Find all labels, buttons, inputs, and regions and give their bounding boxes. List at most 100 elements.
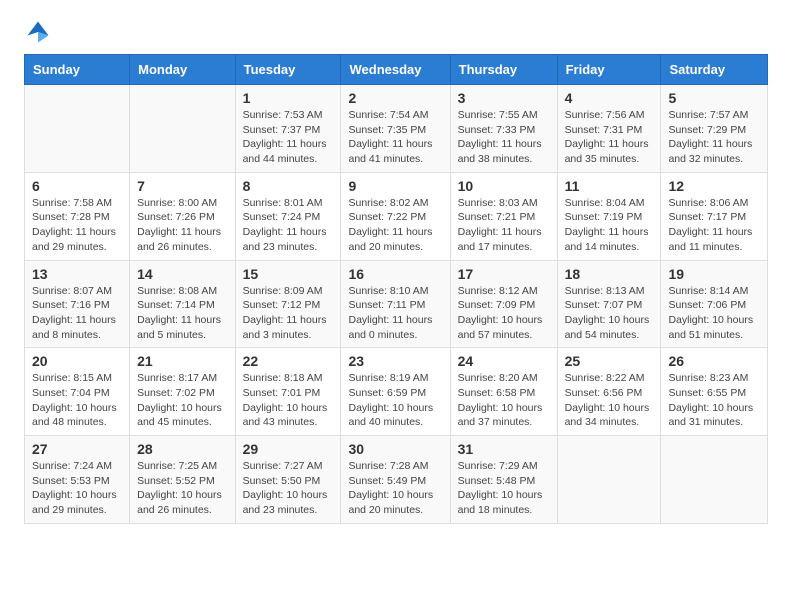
col-header-friday: Friday: [557, 55, 661, 85]
day-info: Sunrise: 7:29 AM Sunset: 5:48 PM Dayligh…: [458, 459, 550, 518]
day-number: 6: [32, 178, 122, 194]
calendar-cell: 22 Sunrise: 8:18 AM Sunset: 7:01 PM Dayli…: [235, 348, 341, 436]
day-info: Sunrise: 7:53 AM Sunset: 7:37 PM Dayligh…: [243, 108, 334, 167]
col-header-saturday: Saturday: [661, 55, 768, 85]
day-number: 22: [243, 353, 334, 369]
day-number: 26: [668, 353, 760, 369]
day-number: 29: [243, 441, 334, 457]
calendar-cell: 17 Sunrise: 8:12 AM Sunset: 7:09 PM Dayli…: [450, 260, 557, 348]
col-header-monday: Monday: [130, 55, 235, 85]
day-number: 18: [565, 266, 654, 282]
day-number: 27: [32, 441, 122, 457]
day-number: 14: [137, 266, 227, 282]
day-info: Sunrise: 8:14 AM Sunset: 7:06 PM Dayligh…: [668, 284, 760, 343]
calendar-wrapper: SundayMondayTuesdayWednesdayThursdayFrid…: [0, 54, 792, 540]
week-row-1: 6 Sunrise: 7:58 AM Sunset: 7:28 PM Daylig…: [25, 172, 768, 260]
logo: [24, 18, 56, 46]
calendar-cell: 28Sunrise: 7:25 AM Sunset: 5:52 PM Dayli…: [130, 436, 235, 524]
calendar-table: SundayMondayTuesdayWednesdayThursdayFrid…: [24, 54, 768, 524]
day-number: 30: [348, 441, 442, 457]
col-header-sunday: Sunday: [25, 55, 130, 85]
day-info: Sunrise: 8:01 AM Sunset: 7:24 PM Dayligh…: [243, 196, 334, 255]
col-header-wednesday: Wednesday: [341, 55, 450, 85]
calendar-cell: 18Sunrise: 8:13 AM Sunset: 7:07 PM Dayli…: [557, 260, 661, 348]
day-number: 15: [243, 266, 334, 282]
calendar-cell: 10 Sunrise: 8:03 AM Sunset: 7:21 PM Dayli…: [450, 172, 557, 260]
day-info: Sunrise: 8:23 AM Sunset: 6:55 PM Dayligh…: [668, 371, 760, 430]
day-number: 8: [243, 178, 334, 194]
day-number: 17: [458, 266, 550, 282]
calendar-cell: 20 Sunrise: 8:15 AM Sunset: 7:04 PM Dayli…: [25, 348, 130, 436]
day-info: Sunrise: 8:15 AM Sunset: 7:04 PM Dayligh…: [32, 371, 122, 430]
day-number: 3: [458, 90, 550, 106]
day-number: 7: [137, 178, 227, 194]
day-number: 9: [348, 178, 442, 194]
day-info: Sunrise: 8:12 AM Sunset: 7:09 PM Dayligh…: [458, 284, 550, 343]
calendar-cell: 25 Sunrise: 8:22 AM Sunset: 6:56 PM Dayli…: [557, 348, 661, 436]
calendar-cell: 23Sunrise: 8:19 AM Sunset: 6:59 PM Dayli…: [341, 348, 450, 436]
calendar-cell: 3 Sunrise: 7:55 AM Sunset: 7:33 PM Daylig…: [450, 85, 557, 173]
day-info: Sunrise: 8:06 AM Sunset: 7:17 PM Dayligh…: [668, 196, 760, 255]
day-info: Sunrise: 7:54 AM Sunset: 7:35 PM Dayligh…: [348, 108, 442, 167]
day-number: 4: [565, 90, 654, 106]
day-info: Sunrise: 8:03 AM Sunset: 7:21 PM Dayligh…: [458, 196, 550, 255]
day-info: Sunrise: 8:08 AM Sunset: 7:14 PM Dayligh…: [137, 284, 227, 343]
day-number: 31: [458, 441, 550, 457]
calendar-cell: 30 Sunrise: 7:28 AM Sunset: 5:49 PM Dayli…: [341, 436, 450, 524]
calendar-cell: 11 Sunrise: 8:04 AM Sunset: 7:19 PM Dayli…: [557, 172, 661, 260]
calendar-cell: 6 Sunrise: 7:58 AM Sunset: 7:28 PM Daylig…: [25, 172, 130, 260]
day-info: Sunrise: 7:55 AM Sunset: 7:33 PM Dayligh…: [458, 108, 550, 167]
day-info: Sunrise: 8:18 AM Sunset: 7:01 PM Dayligh…: [243, 371, 334, 430]
col-header-tuesday: Tuesday: [235, 55, 341, 85]
day-info: Sunrise: 8:22 AM Sunset: 6:56 PM Dayligh…: [565, 371, 654, 430]
calendar-cell: 15Sunrise: 8:09 AM Sunset: 7:12 PM Dayli…: [235, 260, 341, 348]
day-number: 19: [668, 266, 760, 282]
calendar-cell: 5 Sunrise: 7:57 AM Sunset: 7:29 PM Daylig…: [661, 85, 768, 173]
day-number: 16: [348, 266, 442, 282]
calendar-cell: 29 Sunrise: 7:27 AM Sunset: 5:50 PM Dayli…: [235, 436, 341, 524]
day-number: 20: [32, 353, 122, 369]
calendar-cell: 9 Sunrise: 8:02 AM Sunset: 7:22 PM Daylig…: [341, 172, 450, 260]
day-info: Sunrise: 7:58 AM Sunset: 7:28 PM Dayligh…: [32, 196, 122, 255]
calendar-cell: [130, 85, 235, 173]
day-info: Sunrise: 8:00 AM Sunset: 7:26 PM Dayligh…: [137, 196, 227, 255]
calendar-cell: [25, 85, 130, 173]
calendar-cell: [661, 436, 768, 524]
calendar-cell: 16 Sunrise: 8:10 AM Sunset: 7:11 PM Dayli…: [341, 260, 450, 348]
day-info: Sunrise: 8:07 AM Sunset: 7:16 PM Dayligh…: [32, 284, 122, 343]
day-number: 13: [32, 266, 122, 282]
day-number: 25: [565, 353, 654, 369]
day-info: Sunrise: 8:19 AM Sunset: 6:59 PM Dayligh…: [348, 371, 442, 430]
logo-icon: [24, 18, 52, 46]
calendar-cell: 14 Sunrise: 8:08 AM Sunset: 7:14 PM Dayli…: [130, 260, 235, 348]
day-info: Sunrise: 8:20 AM Sunset: 6:58 PM Dayligh…: [458, 371, 550, 430]
calendar-cell: 12 Sunrise: 8:06 AM Sunset: 7:17 PM Dayli…: [661, 172, 768, 260]
calendar-cell: [557, 436, 661, 524]
week-row-3: 20 Sunrise: 8:15 AM Sunset: 7:04 PM Dayli…: [25, 348, 768, 436]
calendar-cell: 26 Sunrise: 8:23 AM Sunset: 6:55 PM Dayli…: [661, 348, 768, 436]
day-number: 10: [458, 178, 550, 194]
week-row-4: 27Sunrise: 7:24 AM Sunset: 5:53 PM Dayli…: [25, 436, 768, 524]
day-number: 11: [565, 178, 654, 194]
calendar-cell: 13 Sunrise: 8:07 AM Sunset: 7:16 PM Dayli…: [25, 260, 130, 348]
calendar-cell: 7 Sunrise: 8:00 AM Sunset: 7:26 PM Daylig…: [130, 172, 235, 260]
calendar-cell: 19 Sunrise: 8:14 AM Sunset: 7:06 PM Dayli…: [661, 260, 768, 348]
col-header-thursday: Thursday: [450, 55, 557, 85]
day-number: 21: [137, 353, 227, 369]
day-number: 1: [243, 90, 334, 106]
day-info: Sunrise: 8:02 AM Sunset: 7:22 PM Dayligh…: [348, 196, 442, 255]
day-info: Sunrise: 8:04 AM Sunset: 7:19 PM Dayligh…: [565, 196, 654, 255]
calendar-cell: 31 Sunrise: 7:29 AM Sunset: 5:48 PM Dayli…: [450, 436, 557, 524]
calendar-cell: 21 Sunrise: 8:17 AM Sunset: 7:02 PM Dayli…: [130, 348, 235, 436]
day-info: Sunrise: 8:17 AM Sunset: 7:02 PM Dayligh…: [137, 371, 227, 430]
page-header: [0, 0, 792, 54]
day-number: 12: [668, 178, 760, 194]
day-info: Sunrise: 7:27 AM Sunset: 5:50 PM Dayligh…: [243, 459, 334, 518]
day-number: 5: [668, 90, 760, 106]
day-info: Sunrise: 7:57 AM Sunset: 7:29 PM Dayligh…: [668, 108, 760, 167]
day-info: Sunrise: 7:56 AM Sunset: 7:31 PM Dayligh…: [565, 108, 654, 167]
day-number: 2: [348, 90, 442, 106]
day-info: Sunrise: 7:28 AM Sunset: 5:49 PM Dayligh…: [348, 459, 442, 518]
day-info: Sunrise: 8:10 AM Sunset: 7:11 PM Dayligh…: [348, 284, 442, 343]
day-info: Sunrise: 7:25 AM Sunset: 5:52 PM Dayligh…: [137, 459, 227, 518]
